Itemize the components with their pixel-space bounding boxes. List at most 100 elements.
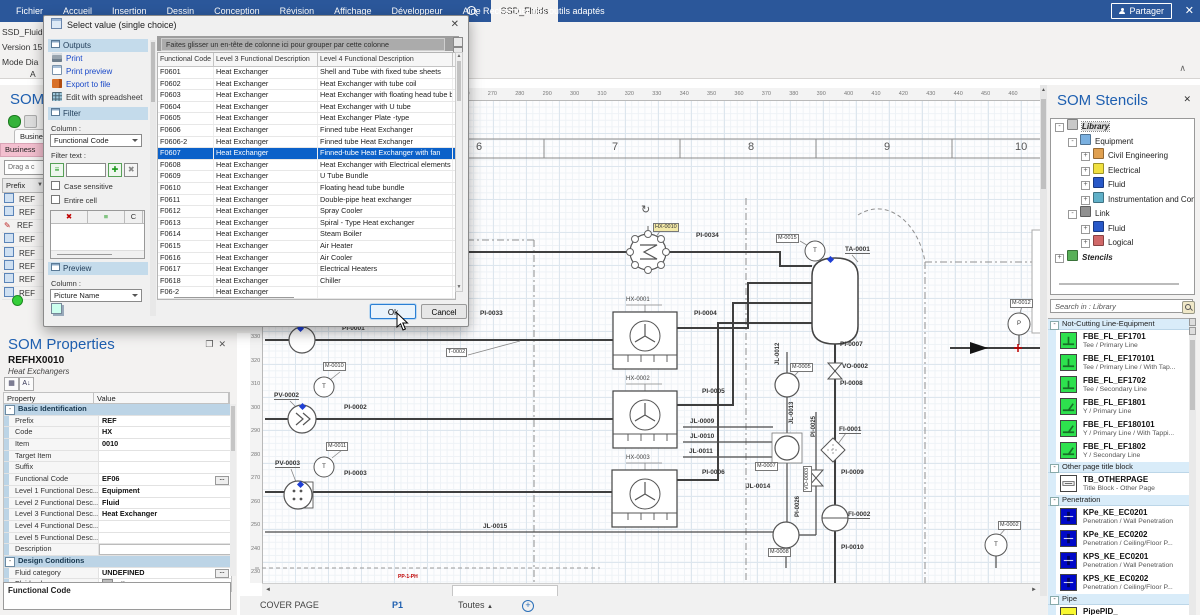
tree-item-instrumentation-and-control[interactable]: +Instrumentation and Control xyxy=(1051,192,1194,207)
stencil-group-header[interactable]: -Not-Cutting Line-Equipment xyxy=(1048,319,1189,330)
tree-item-electrical[interactable]: +Electrical xyxy=(1051,163,1194,178)
table-row[interactable]: F0615Heat ExchangerAir Heater xyxy=(158,241,455,253)
add-filter-button[interactable]: ✚ xyxy=(108,163,122,177)
stencil-item-FBE_FL_EF1701[interactable]: FBE_FL_EF1701Tee / Primary Line xyxy=(1048,330,1189,352)
tree-item-logical[interactable]: +Logical xyxy=(1051,235,1194,250)
property-row[interactable]: Level 5 Functional Desc... xyxy=(4,533,231,545)
filter-operator-button[interactable]: ≡ xyxy=(50,163,64,177)
case-sensitive-row[interactable]: Case sensitive xyxy=(51,181,148,191)
mini-grid-header[interactable]: ✖ xyxy=(51,211,88,223)
collapse-icon[interactable]: - xyxy=(5,557,15,567)
export-to-file-link[interactable]: Export to file xyxy=(48,78,148,91)
stencil-item-KPS_KE_EC0202[interactable]: KPS_KE_EC0202Penetration / Ceiling/Floor… xyxy=(1048,572,1189,594)
table-row[interactable]: F0604Heat ExchangerHeat Exchanger with U… xyxy=(158,102,455,114)
stencil-search-input[interactable]: Search in : Library xyxy=(1050,299,1193,313)
group-collapse-icon[interactable]: - xyxy=(1050,596,1059,605)
table-row[interactable]: F0606-2Heat ExchangerFinned tube Heat Ex… xyxy=(158,137,455,149)
stencil-search-icon[interactable] xyxy=(1182,301,1195,314)
group-collapse-icon[interactable]: - xyxy=(1050,321,1059,330)
tree-expander-icon[interactable]: - xyxy=(1055,123,1064,132)
stencil-group-header[interactable]: -Other page title block xyxy=(1048,462,1189,473)
panel-close-icon[interactable]: ✕ xyxy=(218,339,231,349)
property-row[interactable]: CodeHX xyxy=(4,427,231,439)
property-row[interactable]: Functional CodeEF06... xyxy=(4,474,231,486)
clear-filter-button[interactable]: ✖ xyxy=(124,163,138,177)
property-row[interactable]: Item0010 xyxy=(4,439,231,451)
table-hscroll-line[interactable] xyxy=(174,297,294,298)
property-value[interactable] xyxy=(99,451,231,462)
mini-grid-header[interactable]: ≡ xyxy=(88,211,125,223)
table-row[interactable]: F0606Heat ExchangerFinned tube Heat Exch… xyxy=(158,125,455,137)
filter-section-header[interactable]: Filter xyxy=(48,107,148,120)
table-column-header[interactable]: Level 4 Functional Description xyxy=(318,53,453,66)
property-value[interactable]: REF xyxy=(99,416,231,427)
case-sensitive-checkbox[interactable] xyxy=(51,181,60,190)
tree-expander-icon[interactable]: + xyxy=(1081,225,1090,234)
stencil-item-FBE_FL_EF170101[interactable]: FBE_FL_EF170101Tee / Primary Line / With… xyxy=(1048,352,1189,374)
ribbon-collapse-icon[interactable]: ∧ xyxy=(1179,63,1186,74)
scroll-up-icon[interactable]: ▲ xyxy=(1041,87,1046,93)
tree-expander-icon[interactable]: + xyxy=(1081,181,1090,190)
table-row[interactable]: F0607Heat ExchangerFinned-tube Heat Exch… xyxy=(158,148,455,160)
stencil-item-FBE_FL_EF1801[interactable]: FBE_FL_EF1801Y / Primary Line xyxy=(1048,396,1189,418)
tree-expander-icon[interactable]: - xyxy=(1068,138,1077,147)
tree-hscrollbar[interactable] xyxy=(1059,283,1179,285)
print-preview-link[interactable]: Print preview xyxy=(48,65,148,78)
table-scrollbar[interactable]: ▲▼ xyxy=(455,52,463,292)
table-row[interactable]: F0605Heat ExchangerHeat Exchanger Plate … xyxy=(158,113,455,125)
ribbon-search[interactable]: Rechercher des outils adaptés xyxy=(467,0,605,22)
edit-with-spreadsheet-link[interactable]: Edit with spreadsheet xyxy=(48,91,148,104)
categorize-icon[interactable]: ▦ xyxy=(4,377,19,391)
preview-section-header[interactable]: Preview xyxy=(48,262,148,275)
properties-scrollbar[interactable] xyxy=(230,404,236,576)
outputs-section-header[interactable]: Outputs xyxy=(48,39,148,52)
stencil-item-FBE_FL_EF1702[interactable]: FBE_FL_EF1702Tee / Secondary Line xyxy=(1048,374,1189,396)
ellipsis-button[interactable]: ... xyxy=(215,476,229,485)
property-value[interactable] xyxy=(99,462,231,473)
property-row[interactable]: Description xyxy=(4,544,231,556)
print-link[interactable]: Print xyxy=(48,52,148,65)
entire-cell-row[interactable]: Entire cell xyxy=(51,195,148,205)
filter-conditions-grid[interactable]: ✖≡C xyxy=(50,210,145,259)
list-view-icon2[interactable] xyxy=(1189,327,1196,335)
ellipsis-button[interactable]: ... xyxy=(215,569,229,578)
property-value[interactable]: Heat Exchanger xyxy=(99,509,231,520)
table-row[interactable]: F0602Heat ExchangerHeat Exchanger with t… xyxy=(158,79,455,91)
tree-expander-icon[interactable]: + xyxy=(1081,167,1090,176)
sort-az-icon[interactable]: A↓ xyxy=(19,377,34,391)
som-column-header-prefix[interactable]: Prefix▼ xyxy=(2,178,47,193)
stencil-item-KPe_KE_EC0201[interactable]: KPe_KE_EC0201Penetration / Wall Penetrat… xyxy=(1048,506,1189,528)
property-value[interactable]: Fluid xyxy=(99,498,231,509)
property-row[interactable]: Level 4 Functional Desc... xyxy=(4,521,231,533)
entire-cell-checkbox[interactable] xyxy=(51,195,60,204)
table-row[interactable]: F0611Heat ExchangerDouble-pipe heat exch… xyxy=(158,195,455,207)
collapse-icon[interactable]: - xyxy=(5,405,15,415)
stencil-item-PipePID_[interactable]: PipePID_Piping line xyxy=(1048,605,1189,615)
property-value[interactable]: Equipment xyxy=(99,486,231,497)
copy-icon[interactable] xyxy=(51,303,62,314)
stencil-item-KPS_KE_EC0201[interactable]: KPS_KE_EC0201Penetration / Wall Penetrat… xyxy=(1048,550,1189,572)
property-value[interactable]: 0010 xyxy=(99,439,231,450)
share-button[interactable]: Partager xyxy=(1111,3,1172,19)
canvas-horizontal-scrollbar[interactable]: ◄ ► xyxy=(262,583,1040,597)
tree-item-civil-engineering[interactable]: +Civil Engineering xyxy=(1051,148,1194,163)
property-value[interactable]: UNDEFINED... xyxy=(99,568,231,579)
table-row[interactable]: F0610Heat ExchangerFloating head tube bu… xyxy=(158,183,455,195)
stencils-close-icon[interactable]: ✕ xyxy=(1183,94,1191,105)
property-value[interactable] xyxy=(99,521,231,532)
stencil-item-FBE_FL_EF180101[interactable]: FBE_FL_EF180101Y / Primary Line / With T… xyxy=(1048,418,1189,440)
tree-item-equipment[interactable]: -Equipment xyxy=(1051,134,1194,149)
refresh-icon[interactable] xyxy=(8,115,21,128)
preview-column-dropdown[interactable]: Picture Name xyxy=(50,289,142,302)
tree-item-link[interactable]: -Link xyxy=(1051,206,1194,221)
tree-expander-icon[interactable]: + xyxy=(1081,152,1090,161)
tree-expander-icon[interactable]: + xyxy=(1081,239,1090,248)
property-value[interactable] xyxy=(99,544,231,555)
property-value[interactable] xyxy=(99,533,231,544)
tree-item-stencils[interactable]: +Stencils xyxy=(1051,250,1194,265)
property-value[interactable]: EF06... xyxy=(99,474,231,485)
tree-item-library[interactable]: -Library xyxy=(1051,119,1194,134)
tree-expander-icon[interactable]: + xyxy=(1055,254,1064,263)
property-value[interactable]: HX xyxy=(99,427,231,438)
table-row[interactable]: F0601Heat ExchangerShell and Tube with f… xyxy=(158,67,455,79)
